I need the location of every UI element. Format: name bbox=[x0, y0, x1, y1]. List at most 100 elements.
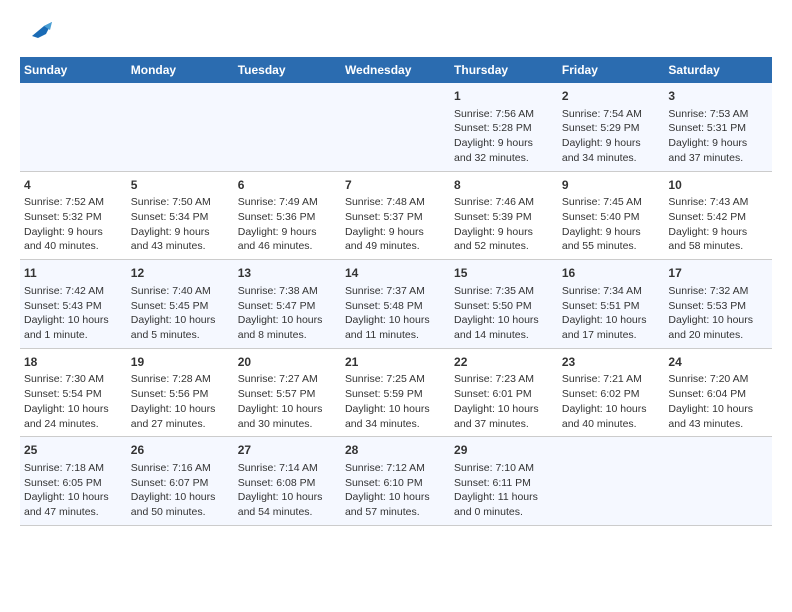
day-info-text: Sunrise: 7:10 AM Sunset: 6:11 PM Dayligh… bbox=[454, 461, 554, 520]
day-info-text: Sunrise: 7:30 AM Sunset: 5:54 PM Dayligh… bbox=[24, 372, 123, 431]
calendar-cell: 12 Sunrise: 7:40 AM Sunset: 5:45 PM Dayli… bbox=[127, 260, 234, 349]
day-number: 17 bbox=[668, 265, 768, 282]
calendar-cell: 20Sunrise: 7:27 AM Sunset: 5:57 PM Dayli… bbox=[234, 348, 341, 437]
day-info-text: Sunrise: 7:46 AM Sunset: 5:39 PM Dayligh… bbox=[454, 195, 554, 254]
day-header-monday: Monday bbox=[127, 57, 234, 83]
calendar-cell: 24Sunrise: 7:20 AM Sunset: 6:04 PM Dayli… bbox=[664, 348, 772, 437]
day-header-sunday: Sunday bbox=[20, 57, 127, 83]
day-info-text: Sunrise: 7:27 AM Sunset: 5:57 PM Dayligh… bbox=[238, 372, 337, 431]
day-number: 7 bbox=[345, 177, 446, 194]
day-number: 14 bbox=[345, 265, 446, 282]
calendar-cell: 22Sunrise: 7:23 AM Sunset: 6:01 PM Dayli… bbox=[450, 348, 558, 437]
calendar-cell: 6Sunrise: 7:49 AM Sunset: 5:36 PM Daylig… bbox=[234, 171, 341, 260]
calendar-cell: 29 Sunrise: 7:10 AM Sunset: 6:11 PM Dayli… bbox=[450, 437, 558, 526]
day-info-text: Sunrise: 7:40 AM Sunset: 5:45 PM Dayligh… bbox=[131, 284, 230, 343]
day-header-wednesday: Wednesday bbox=[341, 57, 450, 83]
day-info-text: Sunrise: 7:43 AM Sunset: 5:42 PM Dayligh… bbox=[668, 195, 768, 254]
day-header-tuesday: Tuesday bbox=[234, 57, 341, 83]
calendar-week-row: 4Sunrise: 7:52 AM Sunset: 5:32 PM Daylig… bbox=[20, 171, 772, 260]
day-number: 10 bbox=[668, 177, 768, 194]
day-info-text: Sunrise: 7:45 AM Sunset: 5:40 PM Dayligh… bbox=[562, 195, 661, 254]
day-number: 23 bbox=[562, 354, 661, 371]
calendar-cell: 7Sunrise: 7:48 AM Sunset: 5:37 PM Daylig… bbox=[341, 171, 450, 260]
day-number: 25 bbox=[24, 442, 123, 459]
day-info-text: Sunrise: 7:37 AM Sunset: 5:48 PM Dayligh… bbox=[345, 284, 446, 343]
day-number: 9 bbox=[562, 177, 661, 194]
calendar-cell: 14 Sunrise: 7:37 AM Sunset: 5:48 PM Dayli… bbox=[341, 260, 450, 349]
day-number: 27 bbox=[238, 442, 337, 459]
calendar-cell bbox=[558, 437, 665, 526]
day-number: 20 bbox=[238, 354, 337, 371]
calendar-header-row: SundayMondayTuesdayWednesdayThursdayFrid… bbox=[20, 57, 772, 83]
day-header-friday: Friday bbox=[558, 57, 665, 83]
calendar-cell: 19Sunrise: 7:28 AM Sunset: 5:56 PM Dayli… bbox=[127, 348, 234, 437]
day-info-text: Sunrise: 7:50 AM Sunset: 5:34 PM Dayligh… bbox=[131, 195, 230, 254]
page-header bbox=[20, 16, 772, 49]
day-info-text: Sunrise: 7:35 AM Sunset: 5:50 PM Dayligh… bbox=[454, 284, 554, 343]
calendar-cell: 13 Sunrise: 7:38 AM Sunset: 5:47 PM Dayli… bbox=[234, 260, 341, 349]
day-number: 11 bbox=[24, 265, 123, 282]
day-info-text: Sunrise: 7:53 AM Sunset: 5:31 PM Dayligh… bbox=[668, 107, 768, 166]
day-number: 5 bbox=[131, 177, 230, 194]
day-info-text: Sunrise: 7:38 AM Sunset: 5:47 PM Dayligh… bbox=[238, 284, 337, 343]
day-info-text: Sunrise: 7:16 AM Sunset: 6:07 PM Dayligh… bbox=[131, 461, 230, 520]
day-number: 29 bbox=[454, 442, 554, 459]
day-info-text: Sunrise: 7:52 AM Sunset: 5:32 PM Dayligh… bbox=[24, 195, 123, 254]
calendar-cell bbox=[664, 437, 772, 526]
calendar-cell: 26Sunrise: 7:16 AM Sunset: 6:07 PM Dayli… bbox=[127, 437, 234, 526]
day-number: 24 bbox=[668, 354, 768, 371]
logo bbox=[20, 16, 52, 49]
day-info-text: Sunrise: 7:18 AM Sunset: 6:05 PM Dayligh… bbox=[24, 461, 123, 520]
calendar-cell bbox=[20, 83, 127, 171]
calendar-cell: 18Sunrise: 7:30 AM Sunset: 5:54 PM Dayli… bbox=[20, 348, 127, 437]
calendar-week-row: 1 Sunrise: 7:56 AM Sunset: 5:28 PM Daylig… bbox=[20, 83, 772, 171]
day-number: 16 bbox=[562, 265, 661, 282]
calendar-cell: 3 Sunrise: 7:53 AM Sunset: 5:31 PM Daylig… bbox=[664, 83, 772, 171]
day-number: 18 bbox=[24, 354, 123, 371]
day-number: 22 bbox=[454, 354, 554, 371]
day-info-text: Sunrise: 7:21 AM Sunset: 6:02 PM Dayligh… bbox=[562, 372, 661, 431]
day-info-text: Sunrise: 7:12 AM Sunset: 6:10 PM Dayligh… bbox=[345, 461, 446, 520]
day-info-text: Sunrise: 7:23 AM Sunset: 6:01 PM Dayligh… bbox=[454, 372, 554, 431]
day-number: 4 bbox=[24, 177, 123, 194]
calendar-week-row: 25 Sunrise: 7:18 AM Sunset: 6:05 PM Dayli… bbox=[20, 437, 772, 526]
day-info-text: Sunrise: 7:56 AM Sunset: 5:28 PM Dayligh… bbox=[454, 107, 554, 166]
day-info-text: Sunrise: 7:14 AM Sunset: 6:08 PM Dayligh… bbox=[238, 461, 337, 520]
day-header-saturday: Saturday bbox=[664, 57, 772, 83]
calendar-cell: 8Sunrise: 7:46 AM Sunset: 5:39 PM Daylig… bbox=[450, 171, 558, 260]
day-info-text: Sunrise: 7:48 AM Sunset: 5:37 PM Dayligh… bbox=[345, 195, 446, 254]
calendar-cell: 21Sunrise: 7:25 AM Sunset: 5:59 PM Dayli… bbox=[341, 348, 450, 437]
calendar-cell: 28 Sunrise: 7:12 AM Sunset: 6:10 PM Dayli… bbox=[341, 437, 450, 526]
day-info-text: Sunrise: 7:28 AM Sunset: 5:56 PM Dayligh… bbox=[131, 372, 230, 431]
day-number: 12 bbox=[131, 265, 230, 282]
calendar-cell: 4Sunrise: 7:52 AM Sunset: 5:32 PM Daylig… bbox=[20, 171, 127, 260]
calendar-cell bbox=[341, 83, 450, 171]
day-info-text: Sunrise: 7:42 AM Sunset: 5:43 PM Dayligh… bbox=[24, 284, 123, 343]
day-number: 28 bbox=[345, 442, 446, 459]
day-number: 13 bbox=[238, 265, 337, 282]
calendar-week-row: 18Sunrise: 7:30 AM Sunset: 5:54 PM Dayli… bbox=[20, 348, 772, 437]
calendar-cell: 10Sunrise: 7:43 AM Sunset: 5:42 PM Dayli… bbox=[664, 171, 772, 260]
day-number: 15 bbox=[454, 265, 554, 282]
calendar-cell bbox=[234, 83, 341, 171]
day-info-text: Sunrise: 7:54 AM Sunset: 5:29 PM Dayligh… bbox=[562, 107, 661, 166]
day-info-text: Sunrise: 7:49 AM Sunset: 5:36 PM Dayligh… bbox=[238, 195, 337, 254]
logo-bird-icon bbox=[24, 16, 52, 44]
day-info-text: Sunrise: 7:32 AM Sunset: 5:53 PM Dayligh… bbox=[668, 284, 768, 343]
day-number: 2 bbox=[562, 88, 661, 105]
day-number: 1 bbox=[454, 88, 554, 105]
day-number: 6 bbox=[238, 177, 337, 194]
calendar-cell: 17 Sunrise: 7:32 AM Sunset: 5:53 PM Dayli… bbox=[664, 260, 772, 349]
calendar-cell: 1 Sunrise: 7:56 AM Sunset: 5:28 PM Daylig… bbox=[450, 83, 558, 171]
calendar-cell: 5Sunrise: 7:50 AM Sunset: 5:34 PM Daylig… bbox=[127, 171, 234, 260]
calendar-table: SundayMondayTuesdayWednesdayThursdayFrid… bbox=[20, 57, 772, 526]
calendar-cell: 11 Sunrise: 7:42 AM Sunset: 5:43 PM Dayli… bbox=[20, 260, 127, 349]
calendar-week-row: 11 Sunrise: 7:42 AM Sunset: 5:43 PM Dayli… bbox=[20, 260, 772, 349]
calendar-cell: 16Sunrise: 7:34 AM Sunset: 5:51 PM Dayli… bbox=[558, 260, 665, 349]
calendar-cell: 25 Sunrise: 7:18 AM Sunset: 6:05 PM Dayli… bbox=[20, 437, 127, 526]
calendar-cell: 27 Sunrise: 7:14 AM Sunset: 6:08 PM Dayli… bbox=[234, 437, 341, 526]
day-number: 3 bbox=[668, 88, 768, 105]
day-info-text: Sunrise: 7:25 AM Sunset: 5:59 PM Dayligh… bbox=[345, 372, 446, 431]
calendar-cell: 23Sunrise: 7:21 AM Sunset: 6:02 PM Dayli… bbox=[558, 348, 665, 437]
day-number: 19 bbox=[131, 354, 230, 371]
